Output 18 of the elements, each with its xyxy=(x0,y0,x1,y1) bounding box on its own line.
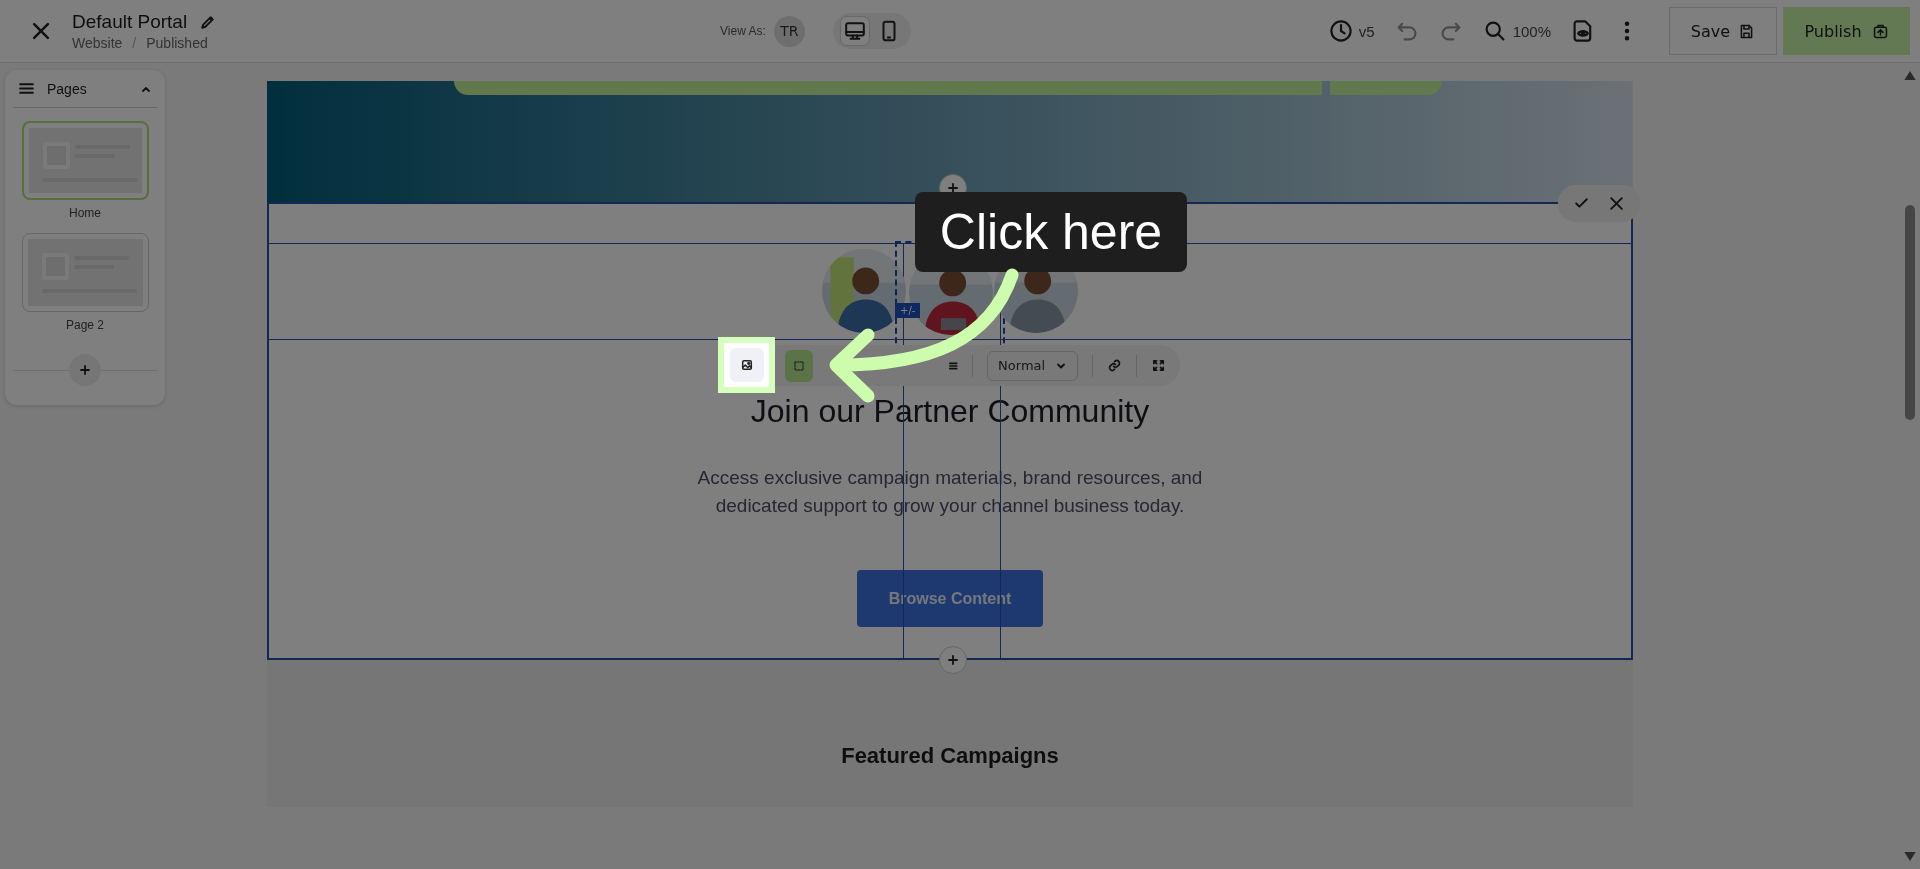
page-name: Home xyxy=(69,206,101,220)
save-button[interactable]: Save xyxy=(1669,7,1777,55)
breadcrumb-item[interactable]: Website xyxy=(72,35,123,51)
page-name: Page 2 xyxy=(65,318,104,332)
publish-button[interactable]: Publish xyxy=(1783,7,1910,55)
resize-badge[interactable]: +/- xyxy=(895,303,921,318)
portal-title: Default Portal xyxy=(72,11,188,33)
breadcrumb-separator: / xyxy=(132,35,137,51)
view-as-label: View As: xyxy=(720,24,766,38)
browse-content-button[interactable]: Browse Content xyxy=(857,570,1043,627)
panel-title: Pages xyxy=(47,80,88,97)
user-avatar[interactable]: TR xyxy=(773,15,805,47)
version-history-button[interactable]: v5 xyxy=(1328,19,1375,43)
zoom-button[interactable]: 100% xyxy=(1482,19,1551,43)
style-dropdown[interactable]: Normal xyxy=(987,350,1079,381)
tooltip-callout: Click here xyxy=(915,192,1187,272)
breadcrumb-item[interactable]: Published xyxy=(146,35,208,51)
section-heading: Featured Campaigns xyxy=(841,743,1059,770)
